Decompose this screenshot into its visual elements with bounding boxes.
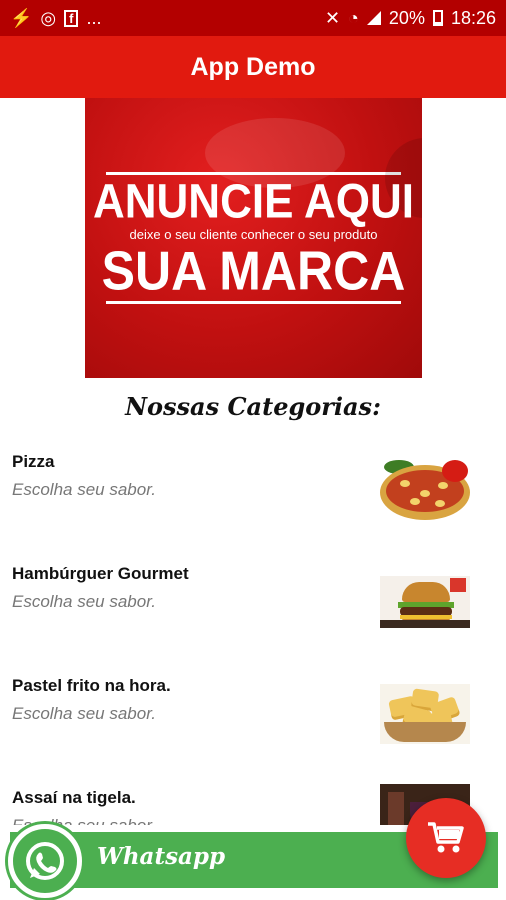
category-description: Escolha seu sabor. xyxy=(12,704,156,723)
ad-banner[interactable]: ANUNCIE AQUI deixe o seu cliente conhece… xyxy=(85,98,422,378)
category-name: Pizza xyxy=(12,452,55,471)
signal-icon xyxy=(366,11,381,25)
category-description: Escolha seu sabor. xyxy=(12,480,156,499)
mute-icon: ✕ xyxy=(324,8,341,28)
category-item-pastel[interactable]: Pastel frito na hora. Escolha seu sabor. xyxy=(0,664,506,776)
banner-headline: ANUNCIE AQUI xyxy=(92,174,415,229)
category-description: Escolha seu sabor. xyxy=(12,816,156,825)
clock: 18:26 xyxy=(450,8,496,28)
whatsapp-icon[interactable] xyxy=(8,824,82,898)
section-title: Nossas Categorias: xyxy=(125,392,381,421)
usb-debug-icon: ⚡ xyxy=(10,8,33,28)
category-list[interactable]: Pizza Escolha seu sabor. Hambúrguer Gour… xyxy=(0,440,506,825)
pastel-thumbnail xyxy=(380,684,470,744)
battery-percent: 20% xyxy=(388,8,425,28)
wifi-icon: ◔ xyxy=(348,8,359,28)
category-name: Assaí na tigela. xyxy=(12,788,136,807)
system-icons: ✕ ◔ 20% 18:26 xyxy=(325,9,496,27)
cart-button[interactable] xyxy=(406,798,486,878)
whatsapp-icon: ◎ xyxy=(40,8,57,28)
category-name: Hambúrguer Gourmet xyxy=(12,564,189,583)
app-bar: App Demo xyxy=(0,36,506,98)
notification-icons: ⚡ ◎ f ... xyxy=(10,9,102,27)
pizza-thumbnail xyxy=(380,460,470,520)
facebook-icon: f xyxy=(64,9,79,27)
overflow-text: ... xyxy=(86,8,102,28)
status-bar: ⚡ ◎ f ... ✕ ◔ 20% 18:26 xyxy=(0,0,506,36)
category-item-burger[interactable]: Hambúrguer Gourmet Escolha seu sabor. xyxy=(0,552,506,664)
burger-thumbnail xyxy=(380,576,470,628)
category-name: Pastel frito na hora. xyxy=(12,676,171,695)
battery-icon xyxy=(432,10,443,26)
category-item-pizza[interactable]: Pizza Escolha seu sabor. xyxy=(0,440,506,552)
whatsapp-label: Whatsapp xyxy=(97,843,226,870)
app-title: App Demo xyxy=(190,52,316,81)
shopping-cart-icon xyxy=(428,822,464,853)
banner-brand: SUA MARCA xyxy=(101,239,406,302)
category-description: Escolha seu sabor. xyxy=(12,592,156,611)
